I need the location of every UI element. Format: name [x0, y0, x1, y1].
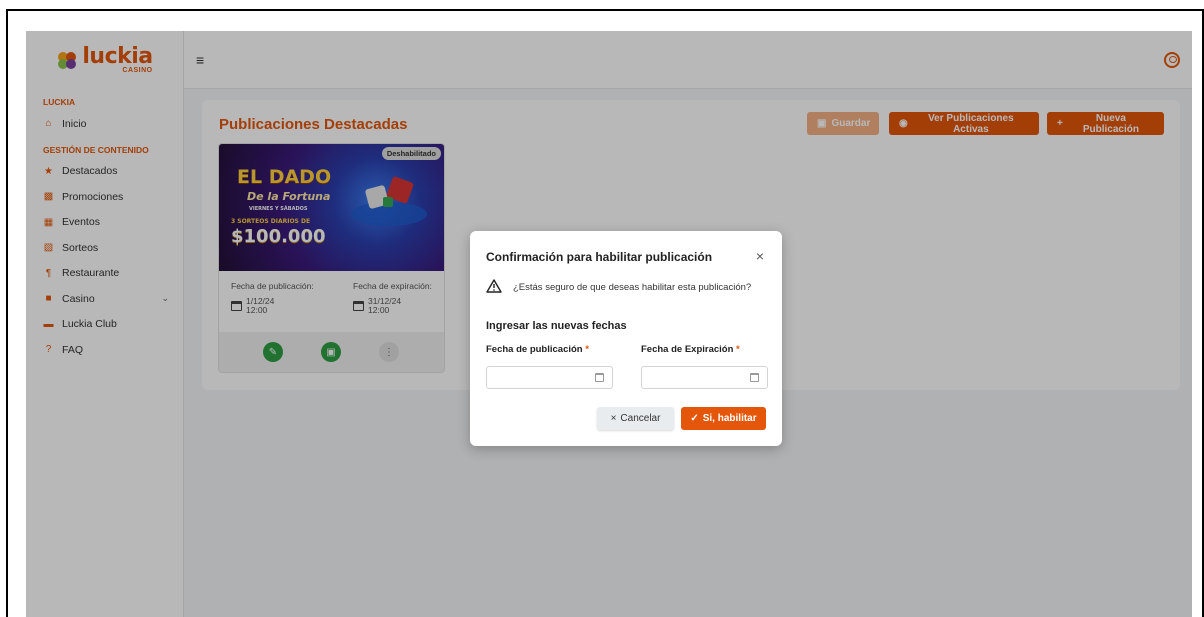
expire-field-label-text: Fecha de Expiración — [641, 344, 734, 355]
calendar-icon[interactable] — [595, 373, 604, 382]
confirm-enable-dialog: Confirmación para habilitar publicación … — [470, 231, 782, 446]
browser-frame: luckia CASINO LUCKIA ⌂ Inicio GESTIÓN DE… — [6, 9, 1204, 617]
expire-field-label: Fecha de Expiración * — [641, 344, 740, 355]
cancel-button[interactable]: × Cancelar — [597, 407, 674, 430]
publish-date-field[interactable] — [486, 366, 613, 389]
close-icon: × — [610, 413, 617, 424]
expire-date-field[interactable] — [641, 366, 768, 389]
confirm-button-label: Si, habilitar — [702, 413, 757, 424]
required-mark: * — [585, 344, 589, 355]
publish-field-label: Fecha de publicación * — [486, 344, 589, 355]
dialog-subtitle: Ingresar las nuevas fechas — [486, 320, 627, 332]
cancel-button-label: Cancelar — [620, 413, 661, 424]
dialog-title: Confirmación para habilitar publicación — [486, 250, 713, 264]
check-icon: ✓ — [690, 413, 699, 424]
app-shell: luckia CASINO LUCKIA ⌂ Inicio GESTIÓN DE… — [26, 31, 1192, 617]
dialog-question: ¿Estás seguro de que deseas habilitar es… — [513, 282, 752, 293]
close-icon[interactable]: × — [756, 248, 764, 264]
publish-field-label-text: Fecha de publicación — [486, 344, 583, 355]
calendar-icon[interactable] — [750, 373, 759, 382]
warning-icon — [486, 279, 502, 293]
required-mark: * — [736, 344, 740, 355]
confirm-enable-button[interactable]: ✓ Si, habilitar — [681, 407, 766, 430]
